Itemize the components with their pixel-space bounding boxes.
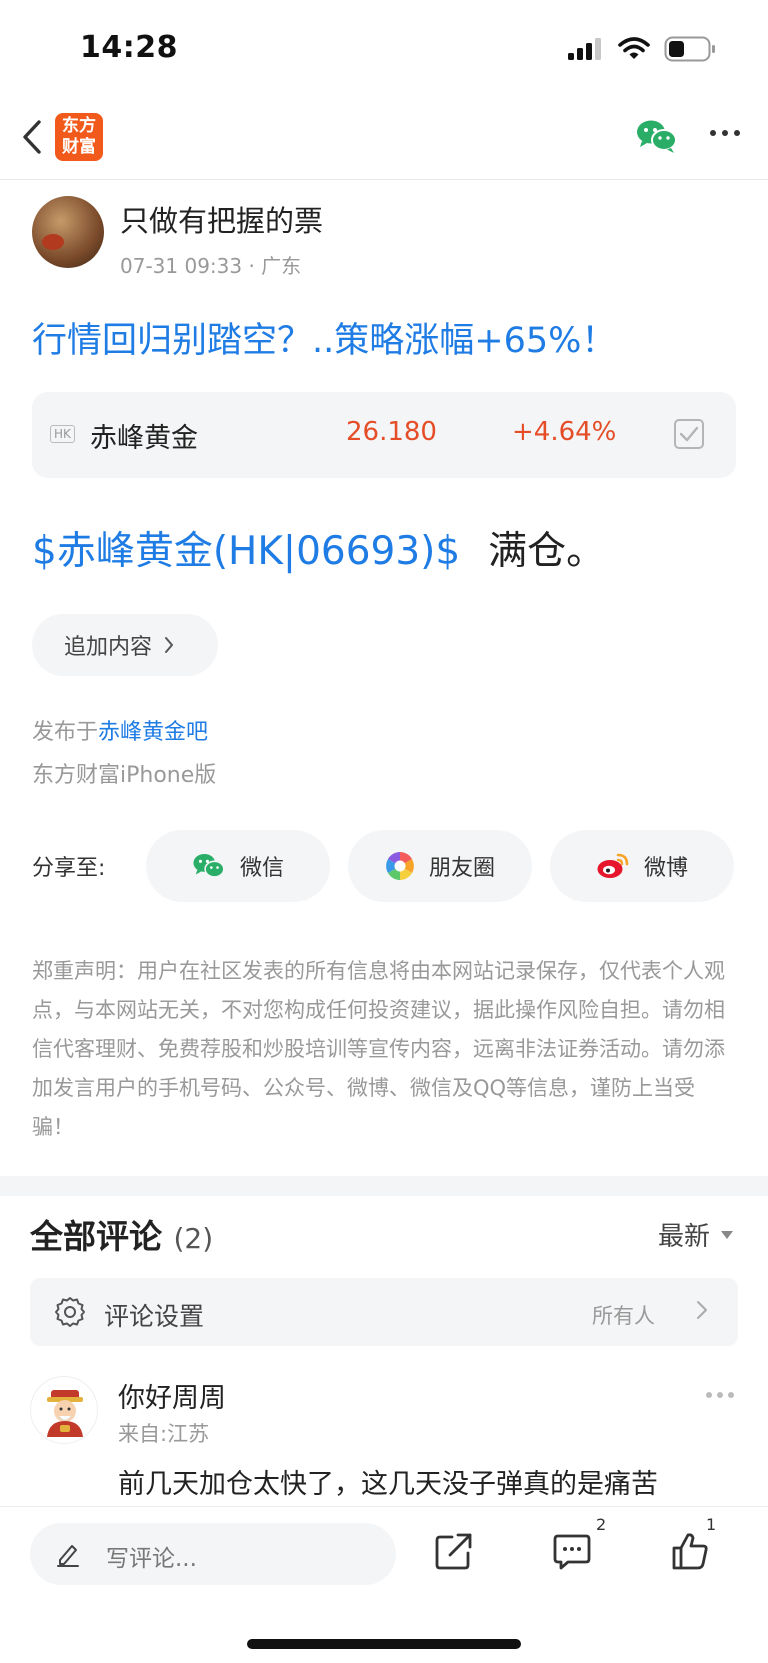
- share-moments-label: 朋友圈: [428, 856, 495, 881]
- pencil-icon: [57, 1545, 79, 1567]
- status-time: 14:28: [80, 30, 178, 65]
- published-info: 发布于赤峰黄金吧: [32, 714, 208, 746]
- more-dot: [706, 1392, 712, 1398]
- wifi-icon: [618, 37, 650, 59]
- stock-name: 赤峰黄金: [90, 423, 198, 454]
- add-to-watchlist-checkbox[interactable]: [674, 419, 704, 449]
- share-weibo-label: 微博: [643, 856, 688, 881]
- disclaimer-text: 郑重声明：用户在社区发表的所有信息将由本网站记录保存，仅代表个人观点，与本网站无…: [32, 959, 725, 1139]
- share-moments-pill[interactable]: 朋友圈: [348, 830, 532, 902]
- logo-text-line1: 东方: [62, 116, 96, 136]
- nav-header: 东方 财富: [0, 100, 768, 180]
- like-icon[interactable]: [670, 1531, 710, 1571]
- more-dot: [717, 1392, 723, 1398]
- more-dot: [722, 130, 728, 136]
- chevron-right-icon: [165, 637, 174, 653]
- comment-author-name[interactable]: 你好周周: [118, 1376, 226, 1415]
- sort-dropdown[interactable]: 最新: [658, 1216, 734, 1253]
- moments-icon: [385, 852, 414, 880]
- app-logo: 东方 财富: [55, 113, 103, 161]
- share-wechat-pill[interactable]: 微信: [146, 830, 330, 902]
- chevron-right-icon: [697, 1301, 707, 1319]
- comment-avatar[interactable]: [30, 1376, 98, 1444]
- comment-count-badge: 2: [596, 1515, 607, 1534]
- wechat-icon: [637, 120, 677, 153]
- more-options-button[interactable]: [710, 130, 740, 136]
- author-avatar[interactable]: [32, 196, 104, 268]
- post-body: $赤峰黄金(HK|06693)$ 满仓。: [32, 520, 605, 576]
- comment-text: 前几天加仓太快了，这几天没子弹真的是痛苦: [118, 1469, 658, 1500]
- share-wechat-label: 微信: [239, 856, 284, 881]
- weibo-icon: [597, 853, 629, 878]
- author-block: 只做有把握的票 07-31 09:33 · 广东: [32, 196, 323, 279]
- market-badge: HK: [50, 425, 75, 443]
- stock-price: 26.180: [346, 417, 437, 447]
- append-content-button[interactable]: 追加内容: [32, 614, 218, 676]
- section-divider: [0, 1176, 768, 1196]
- write-comment-input[interactable]: 写评论...: [30, 1523, 396, 1585]
- author-info: 只做有把握的票 07-31 09:33 · 广东: [120, 196, 323, 279]
- logo-text-line2: 财富: [62, 137, 96, 157]
- stock-change: +4.64%: [512, 417, 617, 447]
- share-weibo-pill[interactable]: 微博: [550, 830, 734, 902]
- published-prefix: 发布于: [32, 720, 99, 745]
- bottom-action-bar: 写评论... 2 1: [0, 1506, 768, 1663]
- gear-icon: [55, 1297, 85, 1327]
- author-meta: 07-31 09:33 · 广东: [120, 254, 302, 278]
- caret-down-icon: [721, 1230, 733, 1239]
- like-count-badge: 1: [706, 1515, 717, 1534]
- back-button[interactable]: [14, 114, 50, 160]
- more-dot: [734, 130, 740, 136]
- comments-heading-label: 全部评论: [30, 1217, 162, 1256]
- stock-tag-link[interactable]: $赤峰黄金(HK|06693)$: [32, 529, 460, 574]
- home-indicator: [247, 1639, 521, 1649]
- share-wechat-button[interactable]: [636, 118, 678, 158]
- status-icons: [568, 36, 716, 62]
- share-icon[interactable]: [434, 1531, 474, 1571]
- comment-more-button[interactable]: [706, 1392, 734, 1398]
- avatar-illustration: [47, 1390, 83, 1437]
- share-label: 分享至:: [32, 856, 106, 881]
- checkmark-icon: [679, 426, 699, 442]
- comment-settings-row[interactable]: 评论设置 所有人: [30, 1278, 738, 1346]
- more-dot: [710, 130, 716, 136]
- append-content-label: 追加内容: [64, 635, 153, 660]
- stock-card[interactable]: HK 赤峰黄金 26.180 +4.64%: [32, 392, 736, 478]
- sort-label: 最新: [657, 1222, 710, 1252]
- comment-location: 来自:江苏: [118, 1422, 210, 1446]
- post-title[interactable]: 行情回归别踏空？..策略涨幅+65%！: [32, 312, 616, 363]
- battery-icon: [664, 36, 715, 62]
- comments-heading: 全部评论 (2): [30, 1210, 213, 1258]
- comments-count: (2): [173, 1222, 214, 1255]
- comment-settings-label: 评论设置: [104, 1302, 205, 1331]
- comment-icon[interactable]: [552, 1531, 592, 1571]
- more-dot: [728, 1392, 734, 1398]
- bar-link[interactable]: 赤峰黄金吧: [98, 720, 208, 745]
- status-bar: 14:28: [0, 0, 768, 100]
- comment-settings-value: 所有人: [592, 1304, 655, 1328]
- wechat-icon: [193, 853, 225, 878]
- chevron-left-icon: [23, 120, 41, 154]
- cellular-signal-icon: [568, 38, 601, 60]
- post-body-text: 满仓。: [488, 529, 606, 574]
- author-name[interactable]: 只做有把握的票: [120, 198, 323, 240]
- client-info: 东方财富iPhone版: [32, 763, 217, 788]
- write-comment-placeholder: 写评论...: [106, 1546, 197, 1572]
